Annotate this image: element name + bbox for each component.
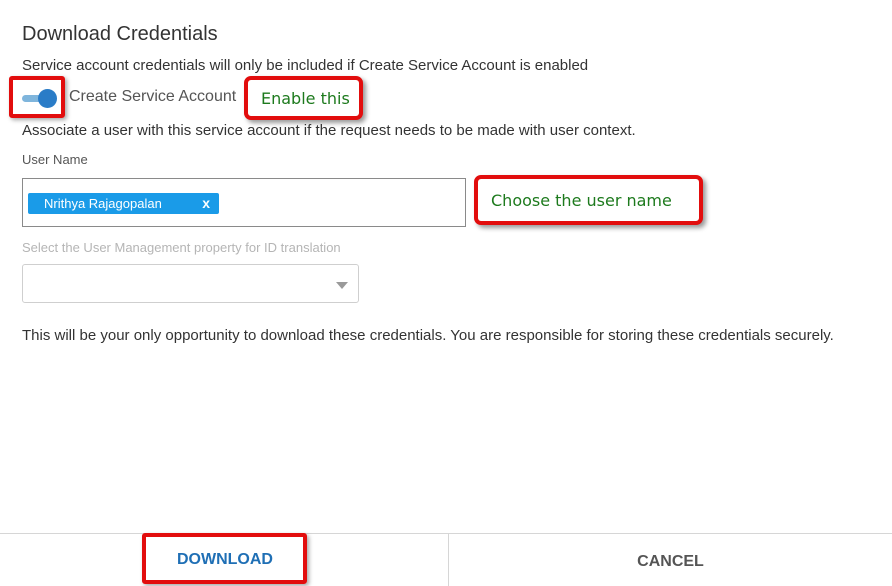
footer-divider-line <box>0 533 892 534</box>
user-name-label: User Name <box>22 152 88 167</box>
annotation-user-text: Choose the user name <box>491 190 672 210</box>
toggle-thumb[interactable] <box>38 89 57 108</box>
download-button[interactable]: DOWNLOAD <box>150 541 300 579</box>
chevron-down-icon[interactable] <box>336 282 348 289</box>
annotation-enable-callout: Enable this <box>244 76 363 120</box>
remove-user-icon[interactable]: x <box>202 195 210 211</box>
cancel-button[interactable]: CANCEL <box>449 540 892 584</box>
create-service-account-label: Create Service Account <box>69 88 237 105</box>
id-translation-label: Select the User Management property for … <box>22 240 341 255</box>
annotation-enable-text: Enable this <box>261 88 350 108</box>
dialog-description: Service account credentials will only be… <box>22 57 589 74</box>
annotation-user-callout: Choose the user name <box>474 175 703 225</box>
id-translation-select[interactable] <box>22 264 359 303</box>
association-description: Associate a user with this service accou… <box>22 122 636 139</box>
selected-user-chip: Nrithya Rajagopalan x <box>28 193 219 214</box>
selected-user-name: Nrithya Rajagopalan <box>44 196 162 211</box>
dialog-title: Download Credentials <box>22 23 218 45</box>
credentials-notice: This will be your only opportunity to do… <box>22 327 834 344</box>
